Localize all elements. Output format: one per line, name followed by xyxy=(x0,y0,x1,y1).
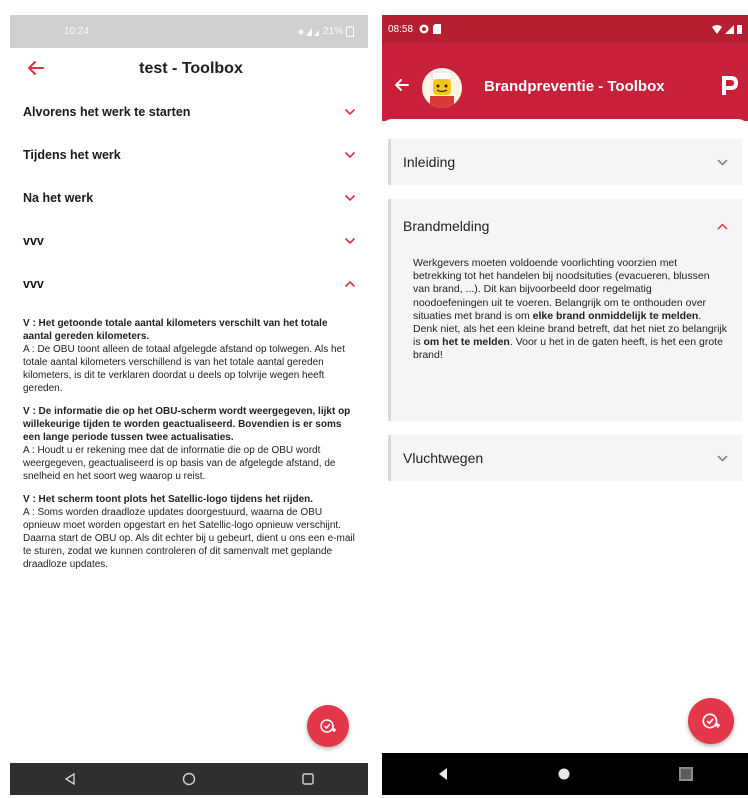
accordion-item-inleiding[interactable]: Inleiding xyxy=(388,139,742,185)
accordion-header[interactable]: Vluchtwegen xyxy=(391,435,742,481)
accordion: Alvorens het werk te starten Tijdens het… xyxy=(10,90,368,571)
nav-home-icon[interactable] xyxy=(558,768,570,780)
wifi-icon xyxy=(712,24,722,34)
chevron-down-icon xyxy=(717,159,728,165)
accordion-label: Brandmelding xyxy=(403,218,490,234)
nav-back-icon[interactable] xyxy=(436,767,450,781)
chevron-down-icon xyxy=(717,455,728,461)
chevron-down-icon xyxy=(344,108,356,115)
accordion-item-1[interactable]: Tijdens het werk xyxy=(10,133,368,176)
accordion-label: vvv xyxy=(23,276,44,291)
chevron-up-icon xyxy=(717,223,728,229)
status-time: 08:58 xyxy=(388,23,414,35)
faq-entry: V : Het getoonde totale aantal kilometer… xyxy=(23,317,358,395)
faq-entry: V : Het scherm toont plots het Satellic-… xyxy=(23,493,358,571)
system-icons xyxy=(712,24,742,34)
accordion-header[interactable]: Inleiding xyxy=(391,139,742,185)
content-sheet: Inleiding Brandmelding Werkgevers moeten… xyxy=(382,119,748,764)
accordion-item-0[interactable]: Alvorens het werk te starten xyxy=(10,90,368,133)
checklist-fab-button[interactable] xyxy=(688,698,734,744)
accordion-label: Alvorens het werk te starten xyxy=(23,104,191,119)
edit-check-icon xyxy=(320,719,336,733)
faq-answer: A : Soms worden draadloze updates doorge… xyxy=(23,507,355,570)
accordion-item-brandmelding[interactable]: Brandmelding Werkgevers moeten voldoende… xyxy=(388,199,742,421)
notification-app-icon xyxy=(419,24,429,34)
faq-answer: A : De OBU toont alleen de totaal afgele… xyxy=(23,344,345,394)
content-area: Inleiding Brandmelding Werkgevers moeten… xyxy=(382,119,748,793)
nav-home-icon[interactable] xyxy=(182,772,196,786)
page-title: Brandpreventie - Toolbox xyxy=(484,78,665,95)
back-arrow-icon[interactable] xyxy=(26,58,46,78)
accordion-label: Na het werk xyxy=(23,190,94,205)
accordion-item-4[interactable]: vvv xyxy=(10,262,368,305)
nav-recents-icon[interactable] xyxy=(301,772,315,786)
status-bar: 10:24 21% xyxy=(10,15,368,48)
faq-question: V : De informatie die op het OBU-scherm … xyxy=(23,406,351,443)
chevron-down-icon xyxy=(344,194,356,201)
faq-question: V : Het getoonde totale aantal kilometer… xyxy=(23,318,328,342)
battery-percent: 21% xyxy=(322,26,343,37)
notification-sim-icon xyxy=(433,24,442,34)
accordion-label: Inleiding xyxy=(403,154,456,170)
status-bar: 08:58 xyxy=(382,15,748,43)
signal-icon xyxy=(725,24,734,34)
status-time: 10:24 xyxy=(64,26,90,37)
accordion-content: Werkgevers moeten voldoende voorlichting… xyxy=(391,253,742,375)
signal-icon xyxy=(298,27,319,36)
lego-figure-avatar-icon xyxy=(430,71,454,108)
paragraph-emphasis: om het te melden xyxy=(423,336,510,349)
back-arrow-icon[interactable] xyxy=(393,76,411,94)
accordion-header[interactable]: Brandmelding xyxy=(391,199,742,253)
chevron-down-icon xyxy=(344,151,356,158)
accordion-item-3[interactable]: vvv xyxy=(10,219,368,262)
faq-answer: A : Houdt u er rekening mee dat de infor… xyxy=(23,445,336,482)
page-title: test - Toolbox xyxy=(139,60,243,77)
paragraph-emphasis: elke brand onmiddelijk te melden xyxy=(532,309,699,322)
android-nav-bar xyxy=(382,753,748,795)
checklist-fab-button[interactable] xyxy=(307,705,349,747)
screenshot-stage: 10:24 21% test - Toolbox Alvorens het we… xyxy=(0,0,748,798)
faq-question: V : Het scherm toont plots het Satellic-… xyxy=(23,494,314,505)
app-bar: test - Toolbox xyxy=(10,48,368,90)
accordion-item-vluchtwegen[interactable]: Vluchtwegen xyxy=(388,435,742,481)
accordion-item-2[interactable]: Na het werk xyxy=(10,176,368,219)
accordion-label: Tijdens het werk xyxy=(23,147,121,162)
status-icons: 21% xyxy=(298,26,354,37)
left-phone: 10:24 21% test - Toolbox Alvorens het we… xyxy=(10,15,368,795)
nav-back-icon[interactable] xyxy=(63,772,77,786)
android-nav-bar xyxy=(10,763,368,795)
brand-logo-icon xyxy=(722,76,738,95)
accordion-label: vvv xyxy=(23,233,44,248)
battery-icon xyxy=(737,25,742,34)
app-bar: Brandpreventie - Toolbox xyxy=(382,43,748,121)
faq-entry: V : De informatie die op het OBU-scherm … xyxy=(23,405,358,483)
chevron-down-icon xyxy=(344,237,356,244)
edit-check-icon xyxy=(702,713,720,729)
right-phone: 08:58 Brandpreventie - Toolbox Inleiding… xyxy=(382,15,748,795)
faq-content: V : Het getoonde totale aantal kilometer… xyxy=(10,317,368,571)
battery-icon xyxy=(346,26,354,37)
chevron-up-icon xyxy=(344,280,356,287)
nav-recents-icon[interactable] xyxy=(678,766,694,782)
accordion-label: Vluchtwegen xyxy=(403,450,484,466)
avatar xyxy=(422,68,462,108)
notification-icons xyxy=(419,24,442,34)
